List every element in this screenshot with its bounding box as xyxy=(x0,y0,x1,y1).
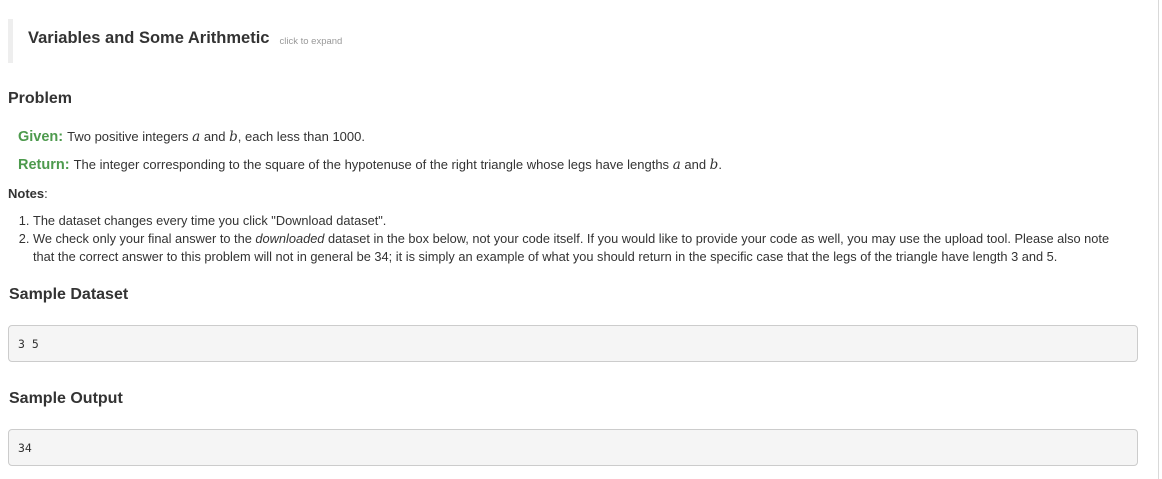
given-var-a: a xyxy=(192,129,201,145)
expand-hint[interactable]: click to expand xyxy=(279,36,342,47)
given-label: Given: xyxy=(18,129,64,145)
given-text-1: Two positive integers xyxy=(67,129,193,144)
note-2-text-1: We check only your final answer to the xyxy=(33,231,256,246)
notes-list: The dataset changes every time you click… xyxy=(8,212,1133,266)
right-border xyxy=(1158,0,1159,479)
given-statement: Given: Two positive integers a and b, eac… xyxy=(18,129,365,145)
problem-page: Variables and Some Arithmetic click to e… xyxy=(0,0,1162,479)
problem-heading: Problem xyxy=(8,90,73,107)
given-var-b: b xyxy=(229,129,238,145)
notes-colon: : xyxy=(44,186,48,201)
return-statement: Return: The integer corresponding to the … xyxy=(18,157,722,173)
collapse-title-text[interactable]: Variables and Some Arithmetic xyxy=(28,29,269,48)
sample-output-box[interactable]: 34 xyxy=(8,429,1138,466)
notes-label-text: Notes xyxy=(8,186,45,201)
return-text-1: The integer corresponding to the square … xyxy=(73,157,673,172)
given-text-3: , each less than 1000. xyxy=(237,129,365,144)
note-item: We check only your final answer to the d… xyxy=(33,230,1133,266)
collapsible-title[interactable]: Variables and Some Arithmetic click to e… xyxy=(8,19,342,63)
notes-label: Notes: xyxy=(8,186,48,201)
sample-dataset-heading: Sample Dataset xyxy=(9,286,129,303)
given-text-2: and xyxy=(200,129,230,144)
return-label: Return: xyxy=(18,157,70,173)
sample-output-heading: Sample Output xyxy=(9,390,123,407)
sample-dataset-box[interactable]: 3 5 xyxy=(8,325,1138,362)
note-1-text: The dataset changes every time you click… xyxy=(33,213,387,228)
return-text-3: . xyxy=(718,157,722,172)
return-text-2: and xyxy=(680,157,710,172)
note-item: The dataset changes every time you click… xyxy=(33,212,1133,230)
note-2-emphasis: downloaded xyxy=(255,231,325,246)
return-var-a: a xyxy=(672,157,681,173)
